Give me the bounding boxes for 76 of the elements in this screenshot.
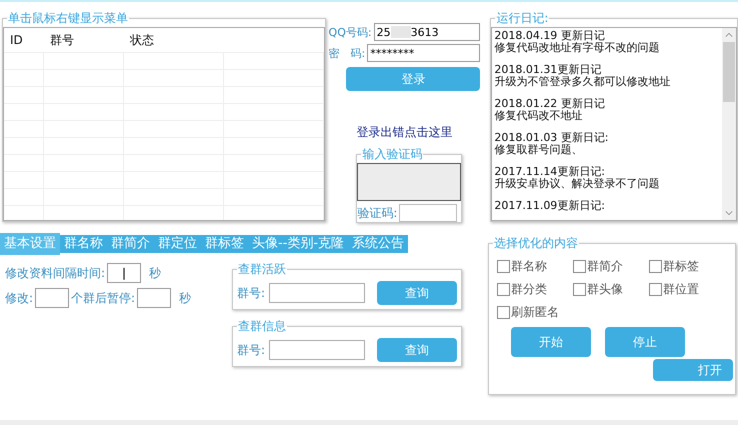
action-button[interactable]: 开始 bbox=[511, 327, 591, 357]
group-number-field[interactable] bbox=[269, 283, 366, 303]
log-date: 2018.01.22 更新日记 bbox=[494, 98, 606, 110]
qq-label: QQ号码: bbox=[328, 24, 372, 40]
column-header: ID bbox=[9, 33, 24, 47]
panel-legend: 输入验证码 bbox=[361, 146, 424, 163]
group-number-label: 群号: bbox=[237, 342, 266, 358]
modify-label: 修改: bbox=[5, 290, 34, 306]
interval-label: 修改资料间隔时间: bbox=[5, 264, 106, 282]
option-checkbox[interactable]: 群分类 bbox=[497, 281, 573, 298]
scroll-down-icon[interactable] bbox=[724, 210, 733, 216]
option-checkbox[interactable]: 群简介 bbox=[573, 258, 649, 275]
pause-label: 个群后暂停: bbox=[71, 290, 136, 306]
query-button[interactable]: 查询 bbox=[377, 281, 458, 305]
open-button[interactable]: 打开 bbox=[653, 359, 733, 381]
tab[interactable]: 系统公告 bbox=[348, 235, 408, 253]
option-label: 群分类 bbox=[511, 281, 547, 298]
log-date: 2017.11.14更新日记: bbox=[494, 166, 606, 178]
option-checkbox[interactable]: 群位置 bbox=[649, 281, 729, 298]
log-text: 修复代码改不地址 bbox=[494, 110, 584, 122]
panel-legend: 运行日记: bbox=[495, 10, 550, 27]
option-label: 群名称 bbox=[511, 258, 547, 275]
panel-legend: 单击鼠标右键显示菜单 bbox=[7, 10, 129, 27]
login-button[interactable]: 登录 bbox=[346, 67, 480, 91]
checkbox-icon[interactable] bbox=[497, 306, 510, 319]
log-date: 2017.11.09更新日记: bbox=[494, 200, 606, 212]
tab[interactable]: 群定位 bbox=[154, 235, 201, 253]
option-label: 群简介 bbox=[587, 258, 623, 275]
action-button[interactable]: 停止 bbox=[605, 327, 685, 357]
log-date: 2018.01.03 更新日记: bbox=[494, 132, 610, 144]
column-header: 群号 bbox=[49, 32, 75, 48]
column-header: 状态 bbox=[129, 32, 155, 48]
option-label: 群头像 bbox=[587, 281, 623, 298]
log-text: 修复取群号问题、 bbox=[494, 144, 584, 156]
checkbox-icon[interactable] bbox=[649, 260, 662, 273]
password-label: 密 码: bbox=[328, 46, 366, 60]
captcha-label: 验证码: bbox=[357, 204, 398, 222]
tab[interactable]: 群名称 bbox=[60, 235, 107, 253]
log-text: 升级为不管登录多久都可以修改地址 bbox=[494, 76, 672, 88]
scrollbar[interactable] bbox=[722, 28, 736, 220]
log-text: 升级安卓协议、解决登录不了问题 bbox=[494, 178, 660, 190]
tab[interactable]: 群标签 bbox=[201, 235, 248, 253]
option-label: 群标签 bbox=[663, 258, 699, 275]
pause-field[interactable] bbox=[137, 288, 172, 308]
log-date: 2018.01.31更新日记 bbox=[494, 64, 602, 76]
option-checkbox[interactable]: 群头像 bbox=[573, 281, 649, 298]
option-checkbox[interactable]: 群名称 bbox=[497, 258, 573, 275]
checkbox-icon[interactable] bbox=[573, 260, 586, 273]
panel-legend: 查群信息 bbox=[237, 318, 287, 335]
checkbox-icon[interactable] bbox=[573, 283, 586, 296]
query-button[interactable]: 查询 bbox=[377, 338, 458, 362]
seconds-label: 秒 bbox=[149, 264, 162, 282]
login-error-link[interactable]: 登录出错点击这里 bbox=[356, 124, 452, 141]
option-label: 群位置 bbox=[663, 281, 699, 298]
password-field[interactable]: ******** bbox=[367, 44, 480, 62]
option-label: 刷新匿名 bbox=[511, 304, 559, 321]
interval-field[interactable]: | bbox=[107, 263, 142, 283]
tab[interactable]: 群简介 bbox=[107, 235, 154, 253]
tab[interactable]: 基本设置 bbox=[0, 233, 60, 255]
seconds-label: 秒 bbox=[179, 290, 192, 306]
group-count-field[interactable] bbox=[35, 288, 70, 308]
scroll-up-icon[interactable] bbox=[724, 32, 733, 38]
log-date: 2018.04.19 更新日记 bbox=[494, 30, 606, 42]
tab[interactable]: 头像--类别-克隆 bbox=[248, 235, 348, 253]
group-number-label: 群号: bbox=[237, 284, 266, 302]
option-checkbox[interactable]: 群标签 bbox=[649, 258, 729, 275]
log-text: 修复代码改地址有字母不改的问题 bbox=[494, 42, 660, 54]
qq-number-field[interactable]: 25 3613 bbox=[374, 23, 480, 41]
group-number-field[interactable] bbox=[269, 340, 366, 360]
checkbox-icon[interactable] bbox=[497, 260, 510, 273]
captcha-field[interactable] bbox=[399, 204, 458, 222]
panel-legend: 选择优化的内容 bbox=[493, 235, 579, 252]
checkbox-icon[interactable] bbox=[649, 283, 662, 296]
checkbox-icon[interactable] bbox=[497, 283, 510, 296]
option-checkbox[interactable]: 刷新匿名 bbox=[497, 304, 573, 321]
panel-legend: 查群活跃 bbox=[237, 261, 287, 278]
